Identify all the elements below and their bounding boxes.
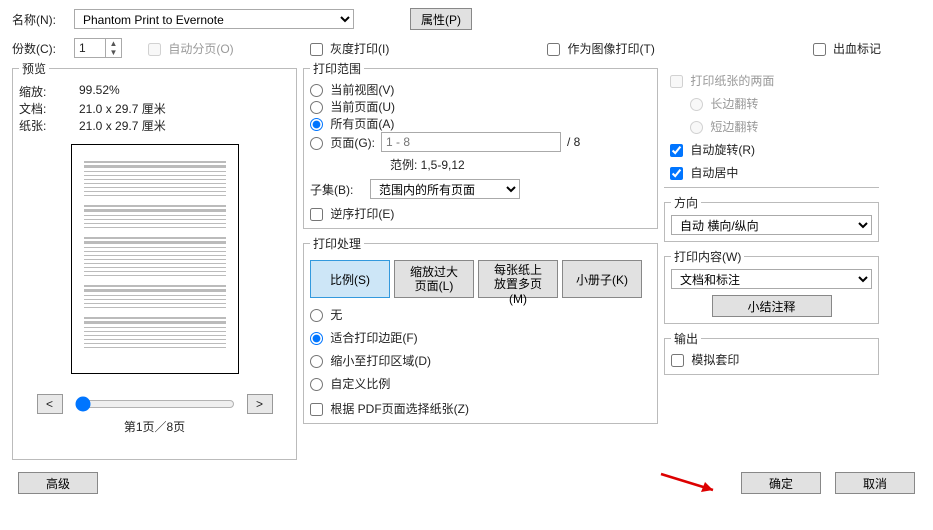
- advanced-button[interactable]: 高级: [18, 472, 98, 494]
- subset-label: 子集(B):: [310, 181, 364, 198]
- scale-fit[interactable]: 适合打印边距(F): [310, 331, 418, 345]
- paper-value: 21.0 x 29.7 厘米: [79, 117, 166, 134]
- name-label: 名称(N):: [12, 11, 66, 28]
- duplex-checkbox: 打印纸张的两面: [670, 74, 774, 88]
- attention-arrow-icon: [657, 470, 727, 496]
- long-edge-radio: 长边翻转: [690, 97, 758, 111]
- range-legend: 打印范围: [310, 60, 364, 77]
- range-currentpage[interactable]: 当前页面(U): [310, 100, 395, 114]
- range-all[interactable]: 所有页面(A): [310, 117, 394, 131]
- what-group: 打印内容(W) 文档和标注 小结注释: [664, 248, 879, 324]
- preview-legend: 预览: [19, 60, 49, 77]
- copies-label: 份数(C):: [12, 40, 66, 57]
- page-slider[interactable]: [75, 396, 235, 412]
- properties-button[interactable]: 属性(P): [410, 8, 472, 30]
- preview-group: 预览 缩放:99.52% 文档:21.0 x 29.7 厘米 纸张:21.0 x…: [12, 60, 297, 460]
- subset-select[interactable]: 范围内的所有页面: [370, 179, 520, 199]
- asimage-checkbox[interactable]: 作为图像打印(T): [547, 40, 655, 57]
- autorotate-checkbox[interactable]: 自动旋转(R): [670, 143, 755, 157]
- handling-group: 打印处理 比例(S) 缩放过大页面(L) 每张纸上放置多页(M) 小册子(K) …: [303, 235, 658, 424]
- output-legend: 输出: [671, 330, 701, 347]
- duplex-group: 打印纸张的两面 长边翻转 短边翻转 自动旋转(R) 自动居中: [664, 60, 879, 188]
- next-page-button[interactable]: >: [247, 394, 273, 414]
- zoom-label: 缩放:: [19, 83, 79, 100]
- pages-input[interactable]: [381, 132, 561, 152]
- page-indicator: 第1页／8页: [19, 418, 290, 435]
- scale-none[interactable]: 无: [310, 308, 342, 322]
- tab-big[interactable]: 缩放过大页面(L): [394, 260, 474, 298]
- prev-page-button[interactable]: <: [37, 394, 63, 414]
- summarize-button[interactable]: 小结注释: [712, 295, 832, 317]
- tab-booklet[interactable]: 小册子(K): [562, 260, 642, 298]
- scale-custom[interactable]: 自定义比例: [310, 377, 390, 391]
- output-group: 输出 模拟套印: [664, 330, 879, 375]
- range-group: 打印范围 当前视图(V) 当前页面(U) 所有页面(A) 页面(G): / 8 …: [303, 60, 658, 229]
- copies-stepper[interactable]: 1 ▲▼: [74, 38, 122, 58]
- bleed-checkbox[interactable]: 出血标记: [813, 40, 881, 57]
- orientation-group: 方向 自动 横向/纵向: [664, 194, 879, 242]
- page-thumbnail: [71, 144, 239, 374]
- cancel-button[interactable]: 取消: [835, 472, 915, 494]
- simulate-checkbox[interactable]: 模拟套印: [671, 353, 739, 367]
- copies-value: 1: [79, 41, 86, 55]
- tab-scale[interactable]: 比例(S): [310, 260, 390, 298]
- reverse-checkbox[interactable]: 逆序打印(E): [310, 207, 394, 221]
- printer-select[interactable]: Phantom Print to Evernote: [74, 9, 354, 29]
- handling-legend: 打印处理: [310, 235, 364, 252]
- doc-label: 文档:: [19, 100, 79, 117]
- what-select[interactable]: 文档和标注: [671, 269, 872, 289]
- range-pages[interactable]: 页面(G):: [310, 134, 375, 151]
- doc-value: 21.0 x 29.7 厘米: [79, 100, 166, 117]
- scale-shrink[interactable]: 缩小至打印区域(D): [310, 354, 431, 368]
- pages-total: / 8: [567, 135, 580, 149]
- orientation-select[interactable]: 自动 横向/纵向: [671, 215, 872, 235]
- paper-label: 纸张:: [19, 117, 79, 134]
- ok-button[interactable]: 确定: [741, 472, 821, 494]
- collate-checkbox: 自动分页(O): [148, 40, 234, 57]
- zoom-value: 99.52%: [79, 83, 120, 100]
- tab-multi[interactable]: 每张纸上放置多页(M): [478, 260, 558, 298]
- spinner-arrows[interactable]: ▲▼: [105, 39, 121, 57]
- short-edge-radio: 短边翻转: [690, 120, 758, 134]
- pages-example: 范例: 1,5-9,12: [390, 156, 651, 173]
- grayscale-checkbox[interactable]: 灰度打印(I): [310, 40, 390, 57]
- range-currentview[interactable]: 当前视图(V): [310, 83, 394, 97]
- center-checkbox[interactable]: 自动居中: [670, 166, 738, 180]
- orientation-legend: 方向: [671, 194, 701, 211]
- what-legend: 打印内容(W): [671, 248, 744, 265]
- choose-paper-by-pdf[interactable]: 根据 PDF页面选择纸张(Z): [310, 402, 469, 416]
